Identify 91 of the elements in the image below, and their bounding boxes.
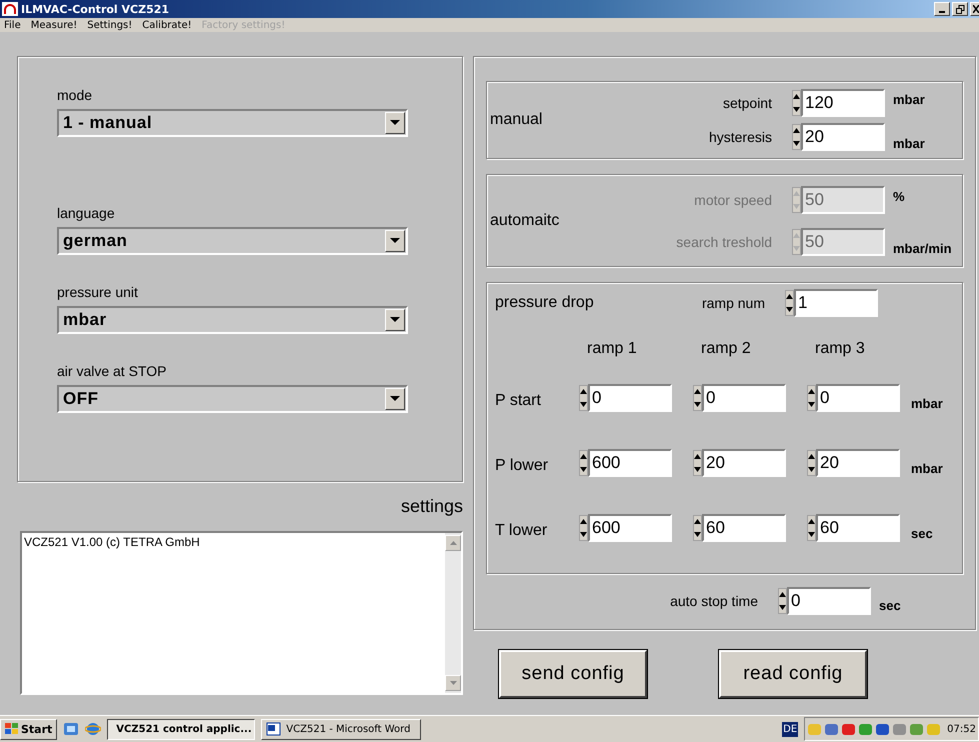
row-label: P start (495, 391, 542, 410)
number-field[interactable]: 0 (816, 384, 900, 412)
number-field[interactable]: 0 (588, 384, 672, 412)
close-button[interactable] (970, 2, 979, 16)
unit-label: mbar (893, 136, 925, 151)
command-button[interactable]: read config (719, 650, 867, 698)
unit-label: mbar/min (893, 240, 952, 256)
number-field[interactable]: 120 (801, 89, 885, 117)
spin-buttons[interactable] (792, 124, 801, 150)
menu-item[interactable]: Settings! (87, 20, 132, 30)
tray-icon[interactable] (841, 722, 856, 736)
group-title: manual (490, 111, 544, 129)
number-field[interactable]: 0 (787, 587, 871, 615)
start-button[interactable]: Start (0, 718, 58, 740)
restore-button[interactable] (952, 2, 968, 16)
document-icon (266, 722, 282, 736)
tray-icon[interactable] (875, 722, 890, 736)
number-field[interactable]: 600 (588, 449, 672, 477)
column-header: ramp 3 (814, 340, 866, 358)
unit-label: % (893, 188, 905, 204)
desktop-icon[interactable] (63, 721, 80, 737)
field-label: ramp num (700, 295, 765, 311)
clock: 07:52 (947, 724, 976, 734)
browser-icon[interactable] (85, 721, 102, 737)
log-text: VCZ521 V1.00 (c) TETRA GmbH (23, 534, 201, 551)
windows-flag-icon (5, 723, 19, 735)
spin-buttons[interactable] (807, 450, 816, 476)
field-label: hysteresis (708, 129, 772, 145)
spin-buttons[interactable] (579, 385, 588, 411)
dropdown[interactable]: OFF (57, 385, 408, 413)
spin-buttons[interactable] (807, 385, 816, 411)
dropdown[interactable]: german (57, 227, 408, 255)
spin-buttons[interactable] (785, 290, 794, 316)
group-title: automaitc (490, 212, 560, 230)
menu-item[interactable]: File (4, 20, 21, 30)
number-field[interactable]: 60 (816, 514, 900, 542)
unit-label: mbar (893, 91, 925, 107)
spin-buttons[interactable] (792, 90, 801, 116)
spin-buttons[interactable] (579, 515, 588, 541)
dropdown[interactable]: 1 - manual (57, 109, 408, 137)
number-field[interactable]: 0 (702, 384, 786, 412)
unit-label: sec (911, 524, 934, 540)
window-title: ILMVAC-Control VCZ521 (21, 2, 170, 16)
unit-label: sec (879, 596, 901, 612)
field-label: search treshold (675, 234, 772, 250)
column-header: ramp 2 (700, 340, 752, 358)
column-header: ramp 1 (586, 340, 638, 358)
scrollbar[interactable] (445, 533, 461, 693)
field-label: air valve at STOP (57, 363, 168, 379)
dropdown-arrow-icon (390, 120, 400, 126)
tray-icon[interactable] (824, 722, 840, 736)
restore-icon (956, 4, 964, 14)
language-indicator[interactable]: DE (782, 722, 798, 736)
spin-buttons[interactable] (693, 385, 702, 411)
spin-buttons[interactable] (693, 515, 702, 541)
number-field[interactable]: 20 (816, 449, 900, 477)
field-label: language (57, 205, 116, 221)
row-label: T lower (495, 521, 548, 540)
field-label: motor speed (693, 192, 772, 208)
unit-label: mbar (911, 394, 944, 410)
field-label: auto stop time (669, 593, 758, 609)
spin-buttons[interactable] (778, 588, 787, 614)
arch-icon (2, 2, 18, 16)
field-label: mode (57, 87, 94, 103)
number-field[interactable]: 1 (794, 289, 878, 317)
minimize-button[interactable] (934, 2, 950, 16)
group-title: pressure drop (495, 294, 595, 312)
number-field[interactable]: 20 (702, 449, 786, 477)
dropdown-arrow-icon (390, 396, 400, 402)
taskbar-button[interactable]: VCZ521 control applic... (107, 718, 256, 740)
unit-label: mbar (911, 460, 944, 476)
number-field[interactable]: 600 (588, 514, 672, 542)
command-button[interactable]: send config (499, 650, 647, 698)
spin-buttons[interactable] (579, 450, 588, 476)
spin-buttons[interactable] (693, 450, 702, 476)
menu-item[interactable]: Calibrate! (142, 20, 192, 30)
section-title: settings (400, 496, 463, 517)
menu-item[interactable]: Measure! (30, 20, 78, 30)
dropdown-arrow-icon (390, 317, 400, 323)
number-field[interactable]: 20 (801, 123, 885, 151)
scroll-down-icon (450, 681, 456, 685)
scroll-up-icon (450, 541, 456, 545)
close-icon (973, 5, 979, 13)
dropdown[interactable]: mbar (57, 306, 408, 334)
taskbar-button[interactable]: VCZ521 - Microsoft Word (261, 718, 422, 740)
row-label: P lower (495, 456, 550, 475)
field-label: setpoint (722, 95, 772, 111)
field-label: pressure unit (57, 284, 139, 300)
dropdown-arrow-icon (390, 238, 400, 244)
number-field[interactable]: 60 (702, 514, 786, 542)
spin-buttons[interactable] (807, 515, 816, 541)
